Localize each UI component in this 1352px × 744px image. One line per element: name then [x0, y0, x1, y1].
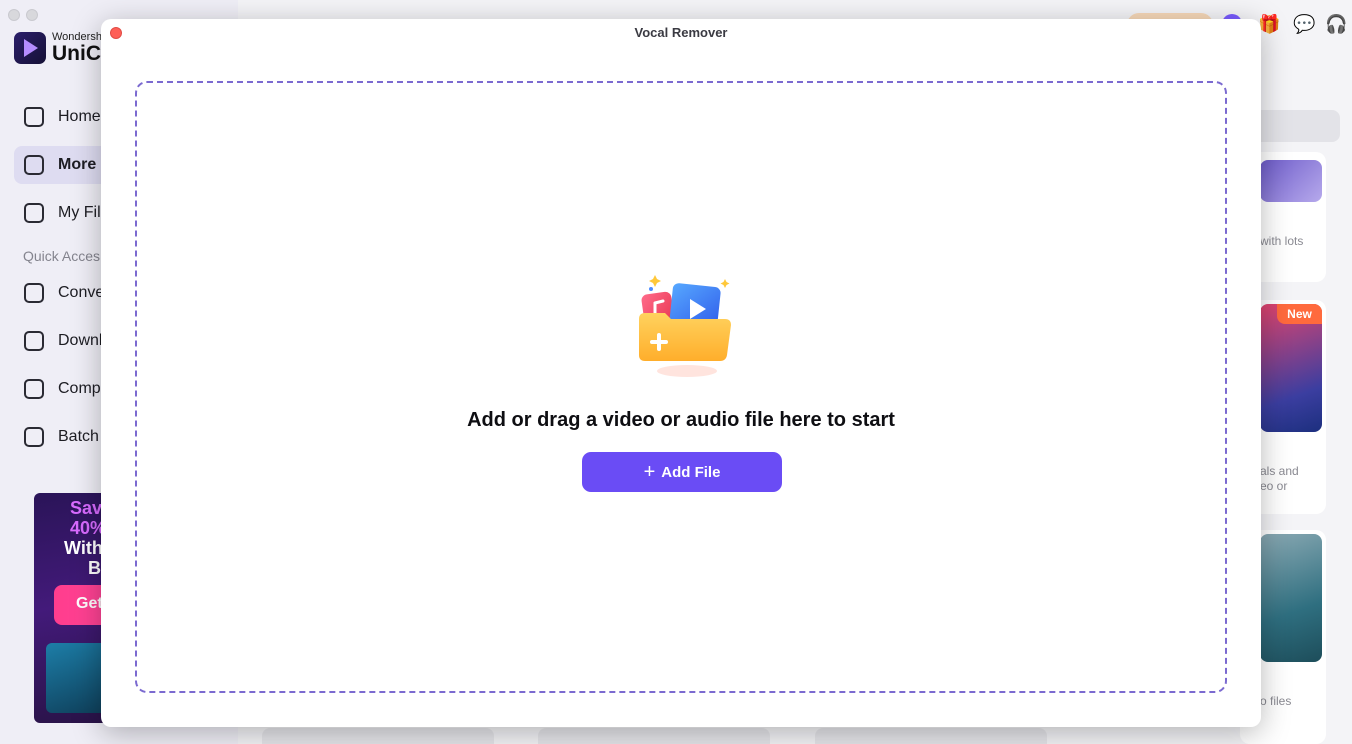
file-drop-zone[interactable]: Add or drag a video or audio file here t… [135, 81, 1227, 693]
quick-access-label: Quick Acces [23, 248, 101, 264]
download-icon [24, 331, 44, 351]
tool-card-desc: als and eo or [1260, 464, 1299, 493]
tool-card-desc: o files [1260, 694, 1292, 708]
compress-icon [24, 379, 44, 399]
convert-icon [24, 283, 44, 303]
sidebar-item-label: Comp [58, 380, 101, 397]
folder-media-icon [639, 275, 731, 377]
background-bottom-card [815, 728, 1047, 744]
new-badge: New [1277, 304, 1322, 324]
image-icon [24, 427, 44, 447]
gift-icon[interactable]: 🎁 [1258, 13, 1280, 35]
window-close-dot[interactable] [8, 9, 20, 21]
tool-card-desc: with lots [1260, 234, 1304, 248]
add-file-button[interactable]: + Add File [582, 452, 782, 492]
file-icon [24, 203, 44, 223]
chat-icon[interactable]: 💬 [1293, 13, 1315, 35]
plus-icon: + [643, 461, 656, 483]
background-bottom-card [538, 728, 770, 744]
sidebar-item-label: Downl [58, 332, 103, 349]
toolbox-icon [24, 155, 44, 175]
tool-card-thumbnail [1260, 534, 1322, 662]
background-bottom-card [262, 728, 494, 744]
home-icon [24, 107, 44, 127]
vocal-remover-dialog: Vocal Remover Add or drag a video or aud… [101, 19, 1261, 727]
sidebar-item-label: Home [58, 108, 101, 125]
add-file-label: Add File [661, 463, 721, 481]
sidebar-item-label: My Fil [58, 204, 101, 221]
promo-line1: Sav [70, 498, 103, 518]
promo-subline: With B [64, 538, 103, 579]
sidebar-item-label: Batch [58, 428, 99, 445]
drop-instruction: Add or drag a video or audio file here t… [467, 409, 895, 431]
promo-line2b: B [88, 557, 101, 578]
promo-line2: With [64, 538, 103, 558]
headset-icon[interactable]: 🎧 [1325, 13, 1347, 35]
background-search-field[interactable] [1250, 110, 1340, 142]
dialog-title: Vocal Remover [634, 25, 728, 40]
tool-card-thumbnail [1260, 160, 1322, 202]
brand: Wondersh UniCo [14, 32, 114, 64]
uniconverter-logo-icon [14, 32, 46, 64]
sidebar-item-label: Conve [58, 284, 105, 301]
window-minimize-dot[interactable] [26, 9, 38, 21]
sidebar-item-label: More [58, 156, 97, 173]
